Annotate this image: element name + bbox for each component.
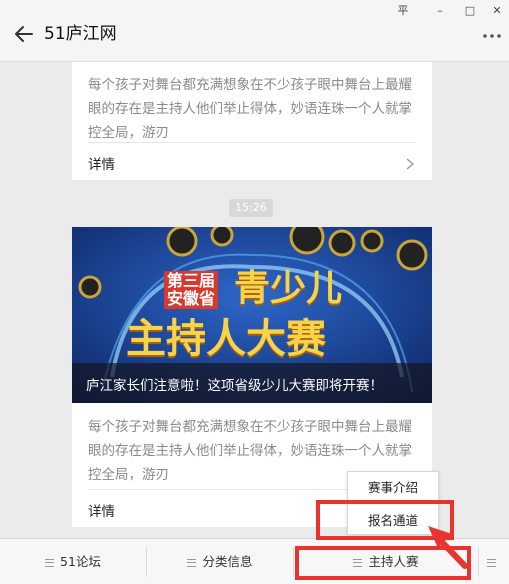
detail-link[interactable]: 详情 (88, 142, 416, 180)
highlight-box (295, 546, 471, 580)
close-icon[interactable]: ✕ (487, 1, 507, 21)
menu-item-forum[interactable]: 51论坛 (0, 539, 146, 584)
detail-label: 详情 (88, 504, 115, 520)
minimize-icon[interactable]: – (430, 1, 450, 21)
timestamp: 15:26 (229, 199, 273, 217)
app-header: 平 – □ ✕ 51庐江网 (0, 0, 509, 62)
chevron-right-icon (404, 155, 416, 170)
menu-label: 51论坛 (60, 554, 101, 569)
message-list[interactable]: 每个孩子对舞台都充满想象在不少孩子眼中舞台上最耀眼的存在是主持人他们举止得体，妙… (0, 62, 509, 538)
keyboard-toggle[interactable] (479, 539, 509, 584)
article-headline: 庐江家长们注意啦！这项省级少儿大赛即将开赛！ (86, 378, 383, 394)
menu-label: 分类信息 (202, 554, 253, 569)
cover-text: 安徽省 (164, 289, 219, 309)
highlight-box (316, 500, 454, 540)
article-summary: 每个孩子对舞台都充满想象在不少孩子眼中舞台上最耀眼的存在是主持人他们举止得体，妙… (88, 77, 412, 141)
submenu-item-intro[interactable]: 赛事介绍 (348, 472, 438, 503)
maximize-icon[interactable]: □ (460, 1, 480, 21)
detail-label: 详情 (88, 157, 115, 173)
keyboard-icon (487, 558, 496, 567)
page-title: 51庐江网 (44, 24, 117, 44)
cover-text: 青少儿 (234, 268, 343, 309)
article-card[interactable]: 每个孩子对舞台都充满想象在不少孩子眼中舞台上最耀眼的存在是主持人他们举止得体，妙… (72, 62, 432, 180)
pin-icon[interactable]: 平 (393, 1, 413, 21)
cover-text: 第三届 (164, 271, 219, 291)
cover-text: 主持人大赛 (126, 316, 326, 362)
menu-icon (45, 558, 55, 567)
menu-item-classifieds[interactable]: 分类信息 (147, 539, 293, 584)
cover-image[interactable]: 第三届 安徽省 青少儿 主持人大赛 庐江家长们注意啦！这项省级少儿大赛即将开赛！ (72, 227, 432, 403)
back-arrow-icon[interactable] (12, 22, 36, 46)
more-dots-icon[interactable] (481, 26, 503, 42)
menu-icon (187, 558, 197, 567)
cover-caption: 庐江家长们注意啦！这项省级少儿大赛即将开赛！ (72, 363, 432, 403)
